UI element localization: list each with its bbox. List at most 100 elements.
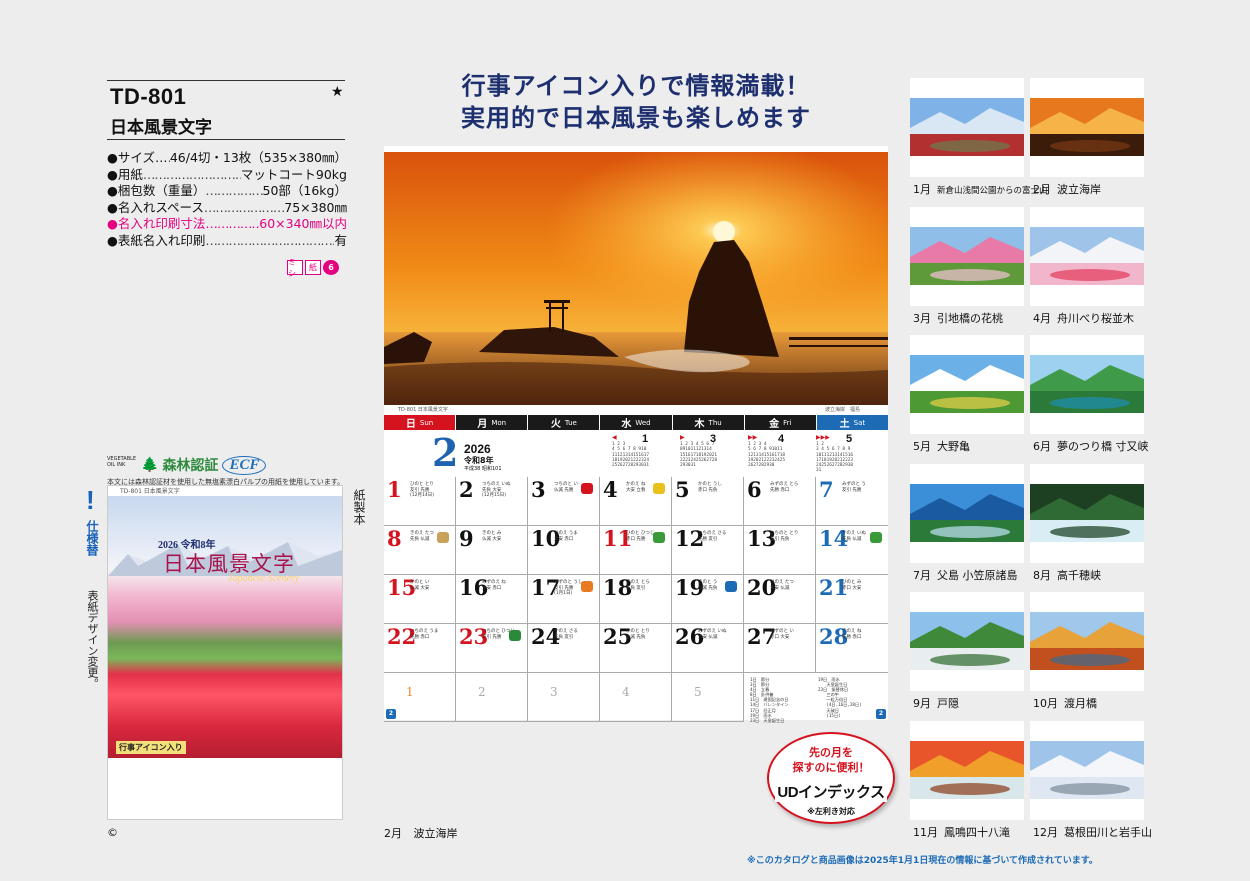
month-thumbnail [910, 463, 1024, 563]
event-icon [509, 630, 521, 641]
mini-month-number: 5 [846, 433, 853, 445]
spec-value: マットコート90kg [240, 166, 347, 182]
month-thumbnail [1030, 78, 1144, 177]
weekday-jp: 金 [769, 419, 780, 430]
day-cell: 26 みずのえ いぬ 大安 仏滅 [672, 624, 744, 673]
cover-icon-label: 行事アイコン入り [116, 741, 186, 754]
spec-leader [205, 233, 334, 250]
day-cell: 13 つちのと とり 友引 先負 [744, 526, 816, 575]
ud-main-label: UDインデックス [775, 781, 887, 802]
weekday-en: Thu [708, 418, 722, 427]
day-rokuyo: かのえ さる 先負 友引 [554, 629, 578, 640]
day-cell: 9 きのと み 仏滅 大安 [456, 526, 528, 575]
day-cell: 17 みずのと うし 友引 先勝 (1月1日) [528, 575, 600, 624]
day-rokuyo: きのと う 仏滅 先負 [698, 580, 718, 591]
strip-location: 波立海岸 福島 [824, 407, 860, 413]
day-rokuyo: みずのと い 赤口 大安 [770, 629, 794, 640]
thumbnail-month: 7月 [913, 568, 931, 582]
day-cell: 11 ひのと ひつじ 赤口 先勝 [600, 526, 672, 575]
day-rokuyo: きのえ たつ 先負 仏滅 [410, 531, 434, 542]
month-thumbnail [1030, 720, 1144, 820]
day-number: 3 [550, 685, 558, 699]
thumbnail-caption: 4月 舟川べり桜並木 [1033, 310, 1134, 326]
thumbnail-month: 4月 [1033, 311, 1051, 325]
day-rokuyo: つちのえ うま 先勝 赤口 [410, 629, 439, 640]
weekday-cell: 水 Wed [600, 415, 672, 430]
thumbnail-name: 夢のつり橋 寸又峡 [1057, 440, 1149, 453]
thumbnail-month: 6月 [1033, 440, 1051, 453]
thumbnail-photo [1030, 612, 1144, 670]
ud-note: ※左利き対応 [807, 807, 855, 816]
mini-row: 2627282930 [748, 463, 775, 469]
calendar-grid: 1日 節分 3日 節分 4日 立春 8日 針供養 11日 建国記念の日 14日 … [384, 477, 888, 723]
main-caption-name: 波立海岸 [413, 827, 458, 840]
spec-rule [107, 139, 345, 140]
thumbnail-name: 波立海岸 [1057, 183, 1101, 196]
page-index-left: 2 [386, 709, 396, 719]
day-number: 5 [694, 685, 702, 699]
catalog-footnote: ※このカタログと商品画像は2025年1月1日現在の情報に基づいて作成されています… [747, 856, 1098, 866]
weekday-cell: 月 Mon [456, 415, 528, 430]
weekday-cell: 金 Fri [744, 415, 816, 430]
day-cell: 22 つちのえ うま 先勝 赤口 [384, 624, 456, 673]
day-rokuyo: みずのえ ね 大安 赤口 [482, 580, 506, 591]
day-rokuyo: みずのえ いぬ 大安 仏滅 [698, 629, 727, 640]
ecf-logo: ECF [222, 455, 267, 475]
thumbnail-month: 11月 [913, 825, 938, 839]
notes-col-2: 19日 雨水 天皇誕生日 23日 振替休日 三の午 一粒万倍日 (4日,16日,… [818, 677, 862, 718]
product-name: 日本風景文字 [110, 118, 212, 138]
thumbnail-photo [1030, 740, 1144, 799]
day-number: 4 [622, 685, 630, 699]
copyright-mark: © [107, 826, 118, 839]
thumbnail-name: 大野亀 [937, 440, 970, 453]
month-thumbnail [910, 720, 1024, 820]
day-cell: 23つちのと ひつじ 友引 先勝 [456, 624, 528, 673]
exclaim-icon: ! [86, 485, 95, 515]
thumbnail-caption: 6月 夢のつり橋 寸又峡 [1033, 438, 1149, 454]
thumbnail-caption: 2月 波立海岸 [1033, 181, 1101, 197]
spec-leader [204, 200, 284, 217]
mini-arrow-icon: ▶ [680, 434, 685, 441]
spec-change-label: 仕様替 [85, 520, 99, 556]
main-caption: 2月 波立海岸 [384, 825, 458, 841]
calendar-sample: TD-801 日本風景文字 波立海岸 福島 日 Sun 月 Mon 火 Tue 水 Wed 木 T… [384, 146, 888, 723]
cover-image: TD-801 日本風景文字 2026 令和8年 日本風景文字 Japanese … [107, 485, 343, 820]
day-cell: 3 [528, 673, 600, 722]
weekday-jp: 火 [550, 419, 561, 430]
event-icon [725, 581, 737, 592]
vegetable-ink-logo: VEGETABLE OIL INK [107, 456, 137, 468]
mini-arrow-icon: ◀ [612, 434, 617, 441]
day-number: 2 [459, 477, 474, 502]
mini-row: 293031 [680, 463, 696, 469]
weekday-en: Sun [419, 418, 434, 427]
spec-key: ●梱包数（重量） [107, 183, 206, 199]
cover-subtitle: Japanese Scenery [228, 573, 300, 584]
main-caption-month: 2月 [384, 827, 402, 840]
mini-row: 31 [816, 468, 822, 474]
day-cell: 8 きのえ たつ 先負 仏滅 [384, 526, 456, 575]
month-thumbnail [910, 78, 1024, 177]
day-cell: 12 つちのえ さる 先勝 友引 [672, 526, 744, 575]
thumbnail-caption: 5月 大野亀 [913, 438, 970, 454]
day-rokuyo: ひのえ たつ 大安 仏滅 [770, 580, 794, 591]
weekday-en: Fri [783, 418, 792, 427]
event-icon [581, 483, 593, 494]
thumbnail-caption: 3月 引地橋の花桃 [913, 310, 1003, 326]
thumbnail-month: 5月 [913, 440, 931, 453]
day-rokuyo: ひのえ うま 大安 赤口 [554, 531, 578, 542]
thumbnail-caption: 12月 葛根田川と岩手山 [1033, 824, 1152, 840]
day-cell: 10 ひのえ うま 大安 赤口 [528, 526, 600, 575]
day-rokuyo: かのと い 仏滅 大安 [410, 580, 430, 591]
spec-item: ●梱包数（重量） 50部（16kg） [107, 183, 347, 200]
spec-item: ●用紙 マットコート90kg [107, 167, 347, 184]
thumbnail-photo [910, 740, 1024, 799]
weekday-jp: 月 [477, 419, 488, 430]
day-rokuyo: かのと うし 赤口 先負 [698, 482, 722, 493]
year-label: 2026 [464, 442, 491, 456]
day-cell: 4 [600, 673, 672, 722]
weekday-cell: 土 Sat [816, 415, 888, 430]
thumbnail-photo [1030, 483, 1144, 542]
thumbnail-caption: 11月 鳳鳴四十八滝 [913, 824, 1010, 840]
weekday-jp: 日 [405, 419, 416, 430]
month-thumbnail [1030, 592, 1144, 691]
